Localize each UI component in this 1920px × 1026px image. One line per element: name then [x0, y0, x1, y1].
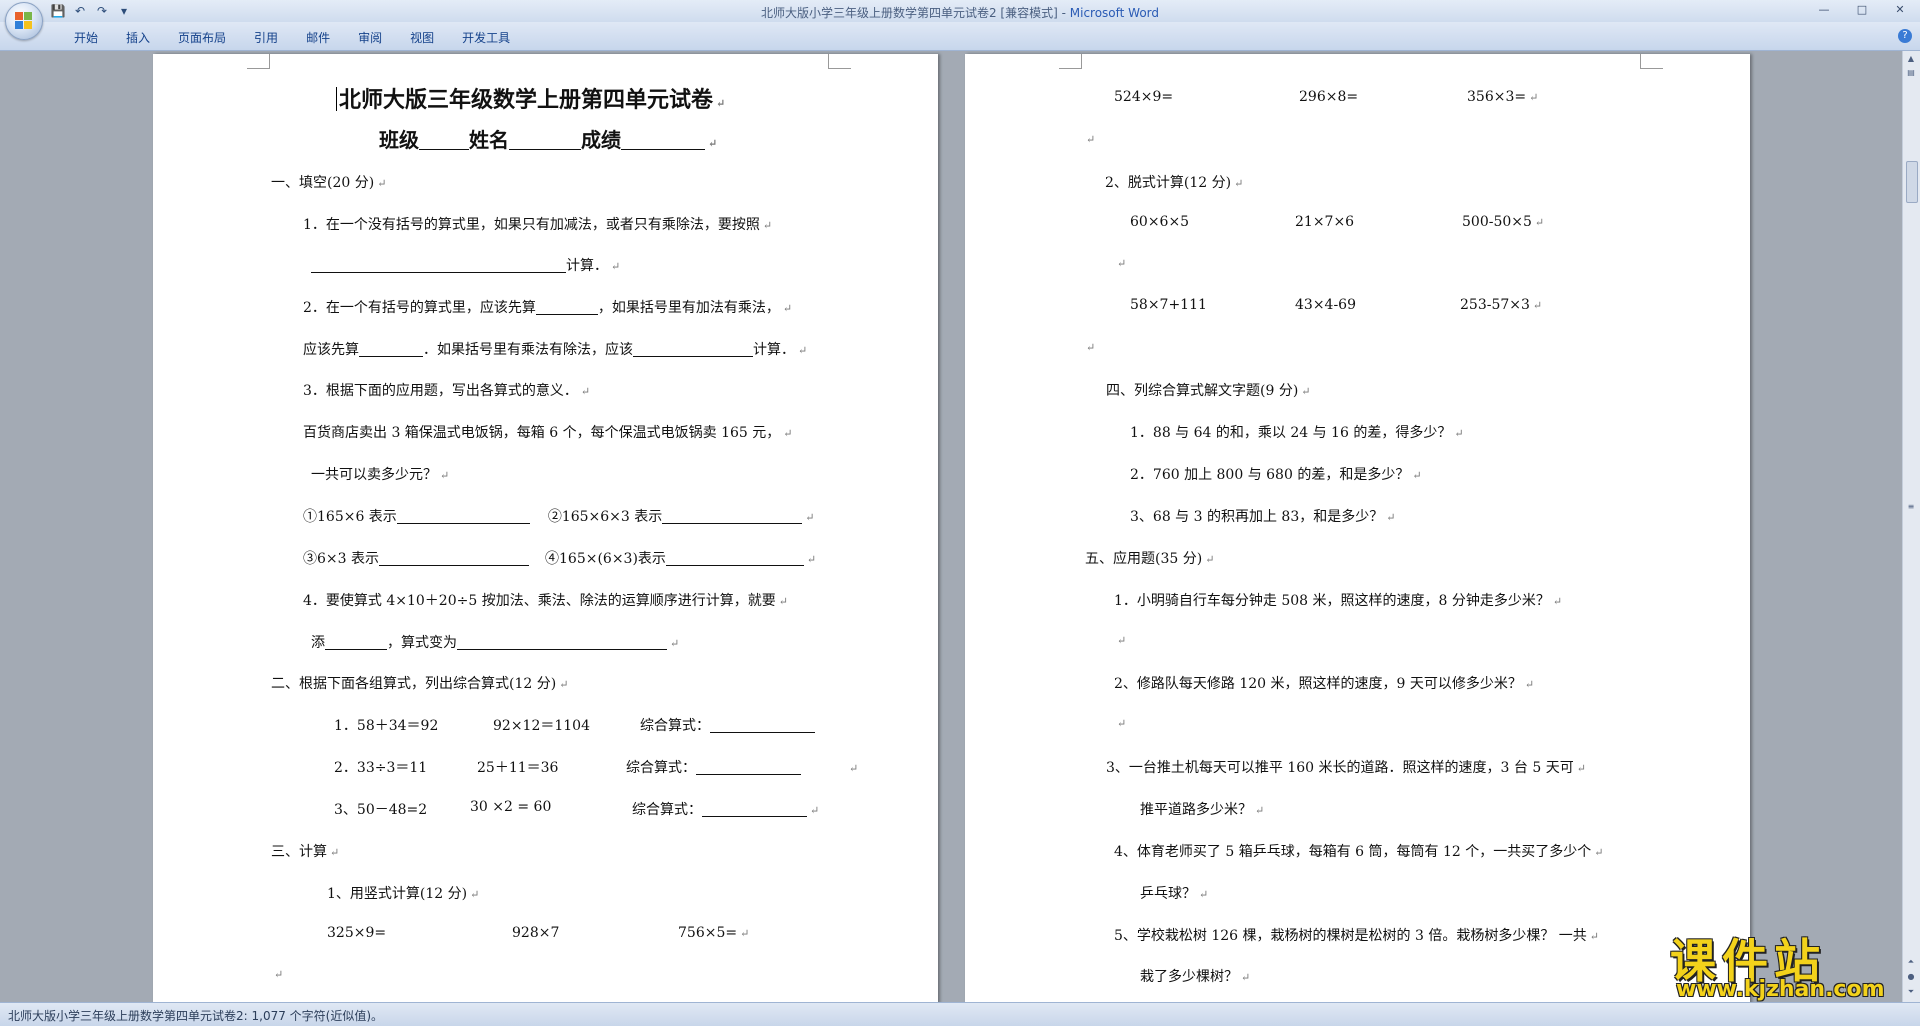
- office-button[interactable]: [5, 2, 43, 40]
- scrollbar-thumb[interactable]: [1906, 161, 1918, 203]
- question-text: 一共可以卖多少元？ ↵: [311, 467, 450, 483]
- tab-view[interactable]: 视图: [396, 29, 448, 46]
- crop-mark: [247, 54, 270, 69]
- word-problem: 推平道路多少米？ ↵: [1140, 802, 1265, 818]
- subsection-heading: 2、脱式计算(12 分) ↵: [1105, 175, 1244, 191]
- crop-mark: [1059, 54, 1082, 69]
- word-problem: 2．760 加上 800 与 680 的差，和是多少？ ↵: [1130, 467, 1422, 483]
- calc-problem: 928×7: [512, 925, 560, 941]
- calc-problem: 356×3= ↵: [1467, 89, 1539, 105]
- paragraph-mark: ↵: [1086, 341, 1096, 354]
- document-workspace[interactable]: 北师大版三年级数学上册第四单元试卷 ↵ 班级 姓名 成绩 ↵ 一、填空(20 分) ↵ 1…: [0, 51, 1903, 1002]
- office-logo-icon: [15, 12, 33, 30]
- combined-answer: 综合算式： ↵: [626, 760, 859, 776]
- question-text: 计算． ↵: [311, 255, 620, 275]
- equation-group: 2．33÷3＝11: [334, 760, 428, 776]
- ribbon: 开始 插入 页面布局 引用 邮件 审阅 视图 开发工具 ?: [0, 22, 1920, 51]
- window-title: 北师大版小学三年级上册数学第四单元试卷2 [兼容模式] - Microsoft …: [0, 4, 1920, 21]
- watermark-url: www.kjzhan.com: [1676, 977, 1885, 1002]
- word-problem: 4、体育老师买了 5 箱乒乓球，每箱有 6 筒，每筒有 12 个，一共买了多少个…: [1114, 844, 1604, 860]
- word-problem: 3、68 与 3 的积再加上 83，和是多少？ ↵: [1130, 509, 1396, 525]
- tab-review[interactable]: 审阅: [344, 29, 396, 46]
- site-watermark: 课件站 www.kjzhan.com: [1670, 925, 1915, 1003]
- crop-mark: [828, 54, 851, 69]
- word-problem: 3、一台推土机每天可以推平 160 米长的道路．照这样的速度，3 台 5 天可 ↵: [1106, 760, 1586, 776]
- question-text: ③6×3 表示 ④165×(6×3)表示 ↵: [303, 551, 817, 567]
- section-5-heading: 五、应用题(35 分) ↵: [1085, 551, 1215, 567]
- tab-insert[interactable]: 插入: [112, 29, 164, 46]
- calc-problem: 21×7×6: [1295, 214, 1355, 230]
- combined-answer: 综合算式： ↵: [632, 802, 820, 818]
- tab-developer[interactable]: 开发工具: [448, 29, 524, 46]
- window-controls: — □ ✕: [1810, 2, 1914, 18]
- calc-problem: 296×8=: [1299, 89, 1359, 105]
- close-button[interactable]: ✕: [1886, 2, 1914, 18]
- question-text: 应该先算 ．如果括号里有乘法有除法，应该 计算． ↵: [303, 342, 808, 358]
- calc-problem: 524×9=: [1114, 89, 1174, 105]
- title-bar: 💾 ↶ ↷ ▾ 北师大版小学三年级上册数学第四单元试卷2 [兼容模式] - Mi…: [0, 0, 1920, 22]
- help-icon[interactable]: ?: [1898, 29, 1912, 43]
- status-word-count[interactable]: 北师大版小学三年级上册数学第四单元试卷2: 1,077 个字符(近似值)。: [8, 1007, 383, 1024]
- paragraph-mark: ↵: [1117, 257, 1127, 270]
- question-text: 4．要使算式 4×10＋20÷5 按加法、乘法、除法的运算顺序进行计算，就要 ↵: [303, 593, 788, 609]
- word-problem: 乒乓球？ ↵: [1140, 886, 1209, 902]
- status-bar: 北师大版小学三年级上册数学第四单元试卷2: 1,077 个字符(近似值)。: [0, 1002, 1920, 1026]
- calc-problem: 60×6×5: [1130, 214, 1190, 230]
- calc-problem: 756×5= ↵: [678, 925, 750, 941]
- paragraph-mark: ↵: [1117, 717, 1127, 730]
- document-page-1[interactable]: 北师大版三年级数学上册第四单元试卷 ↵ 班级 姓名 成绩 ↵ 一、填空(20 分) ↵ 1…: [153, 54, 938, 1002]
- word-problem: 2、修路队每天修路 120 米，照这样的速度，9 天可以修多少米？ ↵: [1114, 676, 1535, 692]
- question-text: 1．在一个没有括号的算式里，如果只有加减法，或者只有乘除法，要按照 ↵: [303, 217, 773, 233]
- paragraph-mark: ↵: [1117, 634, 1127, 647]
- question-text: 2．在一个有括号的算式里，应该先算 ，如果括号里有加法有乘法， ↵: [303, 300, 793, 316]
- word-problem: 1．88 与 64 的和，乘以 24 与 16 的差，得多少？ ↵: [1130, 425, 1464, 441]
- paragraph-mark: ↵: [1086, 133, 1096, 146]
- document-name: 北师大版小学三年级上册数学第四单元试卷2 [兼容模式] -: [760, 6, 1070, 20]
- equation-group: 92×12＝1104: [493, 718, 590, 734]
- equation-group: 25＋11＝36: [477, 760, 559, 776]
- app-name: Microsoft Word: [1069, 6, 1160, 20]
- calc-problem: 43×4-69: [1295, 297, 1356, 313]
- calc-problem: 253-57×3 ↵: [1460, 297, 1543, 313]
- section-2-heading: 二、根据下面各组算式，列出综合算式(12 分) ↵: [271, 676, 569, 692]
- word-problem: 5、学校栽松树 126 棵，栽杨树的棵树是松树的 3 倍。栽杨树多少棵？ 一共 ↵: [1114, 928, 1600, 944]
- question-text: ①165×6 表示 ②165×6×3 表示 ↵: [303, 509, 815, 525]
- calc-problem: 58×7+111: [1130, 297, 1207, 313]
- vertical-scrollbar[interactable]: ▲ ▤ ≡ ⏶ ● ⏷: [1902, 51, 1920, 1002]
- word-problem: 栽了多少棵树？ ↵: [1140, 969, 1251, 985]
- tab-references[interactable]: 引用: [240, 29, 292, 46]
- question-text: 添，算式变为 ↵: [311, 635, 680, 651]
- ruler-toggle-icon[interactable]: ▤: [1905, 67, 1917, 79]
- section-1-heading: 一、填空(20 分) ↵: [271, 175, 387, 191]
- ribbon-tabs: 开始 插入 页面布局 引用 邮件 审阅 视图 开发工具: [60, 29, 524, 46]
- tab-mailings[interactable]: 邮件: [292, 29, 344, 46]
- combined-answer: 综合算式：: [640, 715, 815, 735]
- equation-group: 1．58＋34＝92: [334, 718, 439, 734]
- text-cursor: [336, 87, 337, 111]
- document-page-2[interactable]: 524×9= 296×8= 356×3= ↵ ↵ 2、脱式计算(12 分) ↵ 60…: [965, 54, 1750, 1002]
- section-3-heading: 三、计算 ↵: [271, 844, 340, 860]
- crop-mark: [1640, 54, 1663, 69]
- tab-home[interactable]: 开始: [60, 29, 112, 46]
- tab-page-layout[interactable]: 页面布局: [164, 29, 240, 46]
- calc-problem: 325×9=: [327, 925, 387, 941]
- word-problem: 1．小明骑自行车每分钟走 508 米，照这样的速度，8 分钟走多少米？ ↵: [1114, 593, 1563, 609]
- equation-group: 3、50－48=2: [334, 802, 428, 818]
- paragraph-mark: ↵: [274, 968, 284, 981]
- student-info-line: 班级 姓名 成绩 ↵: [379, 128, 718, 152]
- scroll-mid-icon: ≡: [1907, 502, 1915, 511]
- calc-problem: 500-50×5 ↵: [1462, 214, 1545, 230]
- minimize-button[interactable]: —: [1810, 2, 1838, 18]
- equation-group: 30 ×2 = 60: [470, 799, 552, 815]
- maximize-button[interactable]: □: [1848, 2, 1876, 18]
- exam-title: 北师大版三年级数学上册第四单元试卷 ↵: [336, 82, 725, 114]
- question-text: 百货商店卖出 3 箱保温式电饭锅，每箱 6 个，每个保温式电饭锅卖 165 元，…: [303, 425, 793, 441]
- question-text: 3．根据下面的应用题，写出各算式的意义． ↵: [303, 383, 591, 399]
- subsection-heading: 1、用竖式计算(12 分) ↵: [327, 886, 480, 902]
- section-4-heading: 四、列综合算式解文字题(9 分) ↵: [1106, 383, 1311, 399]
- scroll-up-icon[interactable]: ▲: [1905, 53, 1917, 65]
